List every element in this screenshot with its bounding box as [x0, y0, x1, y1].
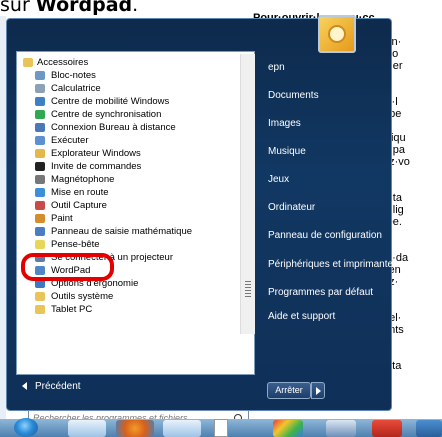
taskbar-app-button[interactable]: [326, 420, 356, 437]
program-item[interactable]: Explorateur Windows: [22, 147, 238, 160]
program-item[interactable]: Mise en route: [22, 186, 238, 199]
taskbar-media-button[interactable]: [163, 420, 201, 437]
program-label: Centre de mobilité Windows: [51, 96, 170, 107]
scrollbar-grip[interactable]: [245, 281, 251, 297]
program-item[interactable]: Tablet PC: [22, 303, 238, 316]
right-menu-item[interactable]: Documents: [268, 90, 319, 101]
user-avatar[interactable]: [318, 15, 356, 53]
program-label: Magnétophone: [51, 174, 115, 185]
program-item[interactable]: Connexion Bureau à distance: [22, 121, 238, 134]
program-label: Bloc-notes: [51, 70, 96, 81]
right-menu-item[interactable]: Images: [268, 118, 301, 129]
taskbar-firefox-button[interactable]: [116, 420, 154, 437]
program-label: Panneau de saisie mathématique: [51, 226, 193, 237]
program-item[interactable]: Accessoires: [22, 56, 238, 69]
right-menu-item[interactable]: Ordinateur: [268, 202, 315, 213]
right-menu-item[interactable]: Jeux: [268, 174, 289, 185]
taskbar-paint-button[interactable]: [273, 420, 303, 437]
right-menu-item[interactable]: Panneau de configuration: [268, 230, 382, 241]
program-item[interactable]: Panneau de saisie mathématique: [22, 225, 238, 238]
taskbar-explorer-button[interactable]: [68, 420, 106, 437]
right-menu-item[interactable]: Périphériques et imprimantes: [268, 259, 398, 270]
program-item[interactable]: Magnétophone: [22, 173, 238, 186]
program-item[interactable]: Centre de synchronisation: [22, 108, 238, 121]
program-label: Calculatrice: [51, 83, 101, 94]
program-icon: [35, 188, 45, 197]
right-menu-item[interactable]: Musique: [268, 146, 306, 157]
right-menu-item[interactable]: Aide et support: [268, 311, 335, 322]
program-label: Centre de synchronisation: [51, 109, 162, 120]
program-icon: [35, 71, 45, 80]
program-label: Connexion Bureau à distance: [51, 122, 176, 133]
shutdown-button[interactable]: Arrêter: [267, 382, 311, 399]
program-label: Paint: [51, 213, 73, 224]
program-item[interactable]: Exécuter: [22, 134, 238, 147]
program-label: Accessoires: [37, 57, 89, 68]
program-icon: [35, 201, 45, 210]
back-arrow-icon: [22, 382, 27, 391]
program-label: Outil Capture: [51, 200, 107, 211]
program-icon: [35, 240, 45, 249]
program-icon: [35, 110, 45, 119]
program-label: Exécuter: [51, 135, 89, 146]
program-icon: [35, 227, 45, 236]
program-item[interactable]: Outil Capture: [22, 199, 238, 212]
program-item[interactable]: Outils système: [22, 290, 238, 303]
program-icon: [35, 175, 45, 184]
taskbar-document-button[interactable]: [214, 419, 228, 437]
taskbar-other-button[interactable]: [416, 420, 442, 437]
wordpad-highlight-circle: [21, 253, 114, 281]
folder-icon: [23, 58, 33, 67]
program-icon: [35, 97, 45, 106]
program-icon: [35, 136, 45, 145]
folder-icon: [35, 305, 45, 314]
program-icon: [35, 84, 45, 93]
program-item[interactable]: Pense-bête: [22, 238, 238, 251]
shutdown-options-button[interactable]: [311, 382, 325, 399]
program-item[interactable]: Calculatrice: [22, 82, 238, 95]
program-label: Outils système: [51, 291, 114, 302]
program-label: Explorateur Windows: [51, 148, 141, 159]
program-item[interactable]: Centre de mobilité Windows: [22, 95, 238, 108]
program-label: Mise en route: [51, 187, 109, 198]
program-label: Tablet PC: [51, 304, 93, 315]
avatar-icon: [328, 25, 346, 43]
program-label: Pense-bête: [51, 239, 100, 250]
program-icon: [35, 214, 45, 223]
program-icon: [35, 162, 45, 171]
program-item[interactable]: Paint: [22, 212, 238, 225]
start-orb-button[interactable]: [14, 418, 38, 437]
program-icon: [35, 149, 45, 158]
right-menu-item[interactable]: epn: [268, 62, 285, 73]
folder-icon: [35, 292, 45, 301]
back-button[interactable]: Précédent: [22, 381, 81, 395]
program-item[interactable]: Invite de commandes: [22, 160, 238, 173]
right-menu-item[interactable]: Programmes par défaut: [268, 287, 373, 298]
program-icon: [35, 123, 45, 132]
program-item[interactable]: Bloc-notes: [22, 69, 238, 82]
program-label: Invite de commandes: [51, 161, 142, 172]
programs-scrollbar[interactable]: [240, 54, 255, 334]
taskbar-filezilla-button[interactable]: [372, 420, 402, 437]
